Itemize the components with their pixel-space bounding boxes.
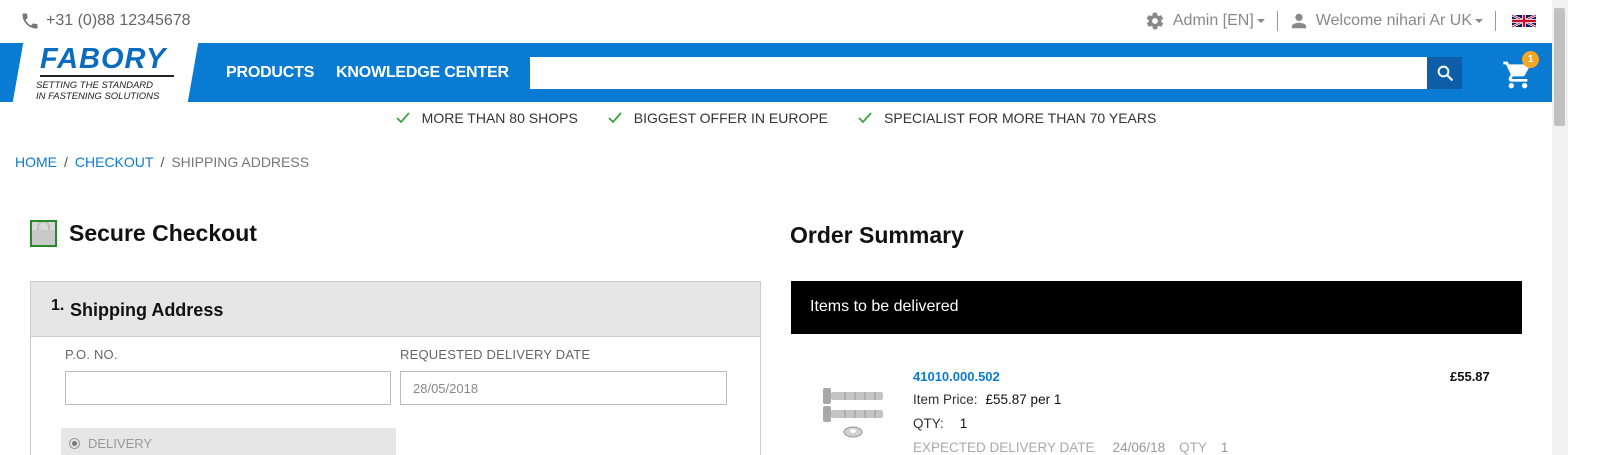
qty-value: 1 [959,416,968,431]
bolt-product-image[interactable] [815,380,887,440]
po-number-label: P.O. NO. [65,347,118,362]
qty-row: QTY: 1 [913,416,967,431]
shipping-address-header[interactable]: 1. Shipping Address [31,282,760,337]
radio-selected-icon [69,437,80,449]
checkmark-icon [396,112,410,124]
item-price-value: £55.87 per 1 [985,392,1062,407]
uk-flag-icon [1512,14,1536,28]
usp-text: MORE THAN 80 SHOPS [421,110,578,126]
breadcrumb: HOME / CHECKOUT / SHIPPING ADDRESS [15,154,309,170]
search-icon [1437,65,1453,81]
cart-count-badge: 1 [1522,51,1539,68]
search-input[interactable] [530,57,1427,89]
breadcrumb-checkout[interactable]: CHECKOUT [75,154,154,170]
item-price-row: Item Price: £55.87 per 1 [913,392,1061,407]
item-price-label: Item Price: [913,392,978,407]
checkmark-icon [858,112,872,124]
delivery-option[interactable]: DELIVERY [61,428,396,455]
logo-underline [40,75,174,77]
usp-item: BIGGEST OFFER IN EUROPE [608,110,828,126]
page-title: Secure Checkout [69,220,257,246]
usp-item: MORE THAN 80 SHOPS [396,110,578,126]
usp-text: SPECIALIST FOR MORE THAN 70 YEARS [884,110,1157,126]
search-button[interactable] [1427,57,1462,89]
breadcrumb-current: SHIPPING ADDRESS [171,154,310,170]
user-icon [1291,13,1306,29]
language-selector[interactable] [1496,14,1556,28]
phone-number: +31 (0)88 12345678 [46,12,191,29]
account-menu[interactable]: Welcome nihari Ar UK [1278,12,1495,30]
expected-qty-value: 1 [1220,440,1229,455]
step-number: 1. [51,297,65,314]
logo-tagline-line2: IN FASTENING SOLUTIONS [36,91,160,102]
items-to-be-delivered-bar: Items to be delivered [791,281,1522,334]
breadcrumb-home[interactable]: HOME [15,154,57,170]
shipping-address-panel: 1. Shipping Address P.O. NO. REQUESTED D… [30,281,761,455]
qty-label: QTY: [913,416,944,431]
admin-language-menu[interactable]: Admin [EN] [1133,11,1277,31]
usp-item: SPECIALIST FOR MORE THAN 70 YEARS [858,110,1156,126]
step-title: Shipping Address [70,300,224,320]
top-utility-bar: +31 (0)88 12345678 Admin [EN] Welcome ni… [0,0,1586,43]
nav-knowledge-center[interactable]: KNOWLEDGE CENTER [336,64,509,82]
usp-text: BIGGEST OFFER IN EUROPE [633,110,829,126]
expected-delivery-value: 24/06/18 [1112,440,1166,455]
breadcrumb-separator: / [64,154,68,170]
secure-checkout-header: Secure Checkout [30,220,257,247]
cart-button[interactable]: 1 [1502,51,1542,91]
gear-icon [1146,12,1164,30]
chevron-down-icon [1256,19,1265,23]
logo-tagline: SETTING THE STANDARD IN FASTENING SOLUTI… [36,80,159,102]
delivery-date-input[interactable]: 28/05/2018 [400,371,727,405]
breadcrumb-separator: / [160,154,165,170]
product-code-link[interactable]: 41010.000.502 [913,369,1000,384]
secure-lock-icon [30,220,57,247]
expected-qty-label: QTY [1179,440,1207,455]
fabory-logo[interactable]: FABORY SETTING THE STANDARD IN FASTENING… [36,43,186,102]
order-summary-title: Order Summary [790,222,964,248]
scrollbar-thumb[interactable] [1554,8,1565,126]
logo-brand-text: FABORY [40,43,167,75]
chevron-down-icon [1475,19,1483,23]
main-navigation: FABORY SETTING THE STANDARD IN FASTENING… [0,43,1552,102]
delivery-option-label: DELIVERY [88,435,153,451]
logo-tagline-line1: SETTING THE STANDARD [36,80,153,91]
welcome-label: Welcome nihari Ar UK [1315,12,1472,29]
admin-language-label: Admin [EN] [1172,12,1254,29]
expected-delivery-row: EXPECTED DELIVERY DATE 24/06/18 QTY 1 [913,440,1228,455]
phone-icon [22,13,38,29]
po-number-input[interactable] [65,371,391,405]
nav-products[interactable]: PRODUCTS [226,64,314,82]
phone-contact[interactable]: +31 (0)88 12345678 [20,11,191,31]
expected-delivery-label: EXPECTED DELIVERY DATE [913,440,1095,455]
usp-strip: MORE THAN 80 SHOPS BIGGEST OFFER IN EURO… [0,110,1552,126]
checkmark-icon [608,112,622,124]
delivery-date-label: REQUESTED DELIVERY DATE [400,347,591,362]
line-total: £55.87 [1450,369,1490,384]
